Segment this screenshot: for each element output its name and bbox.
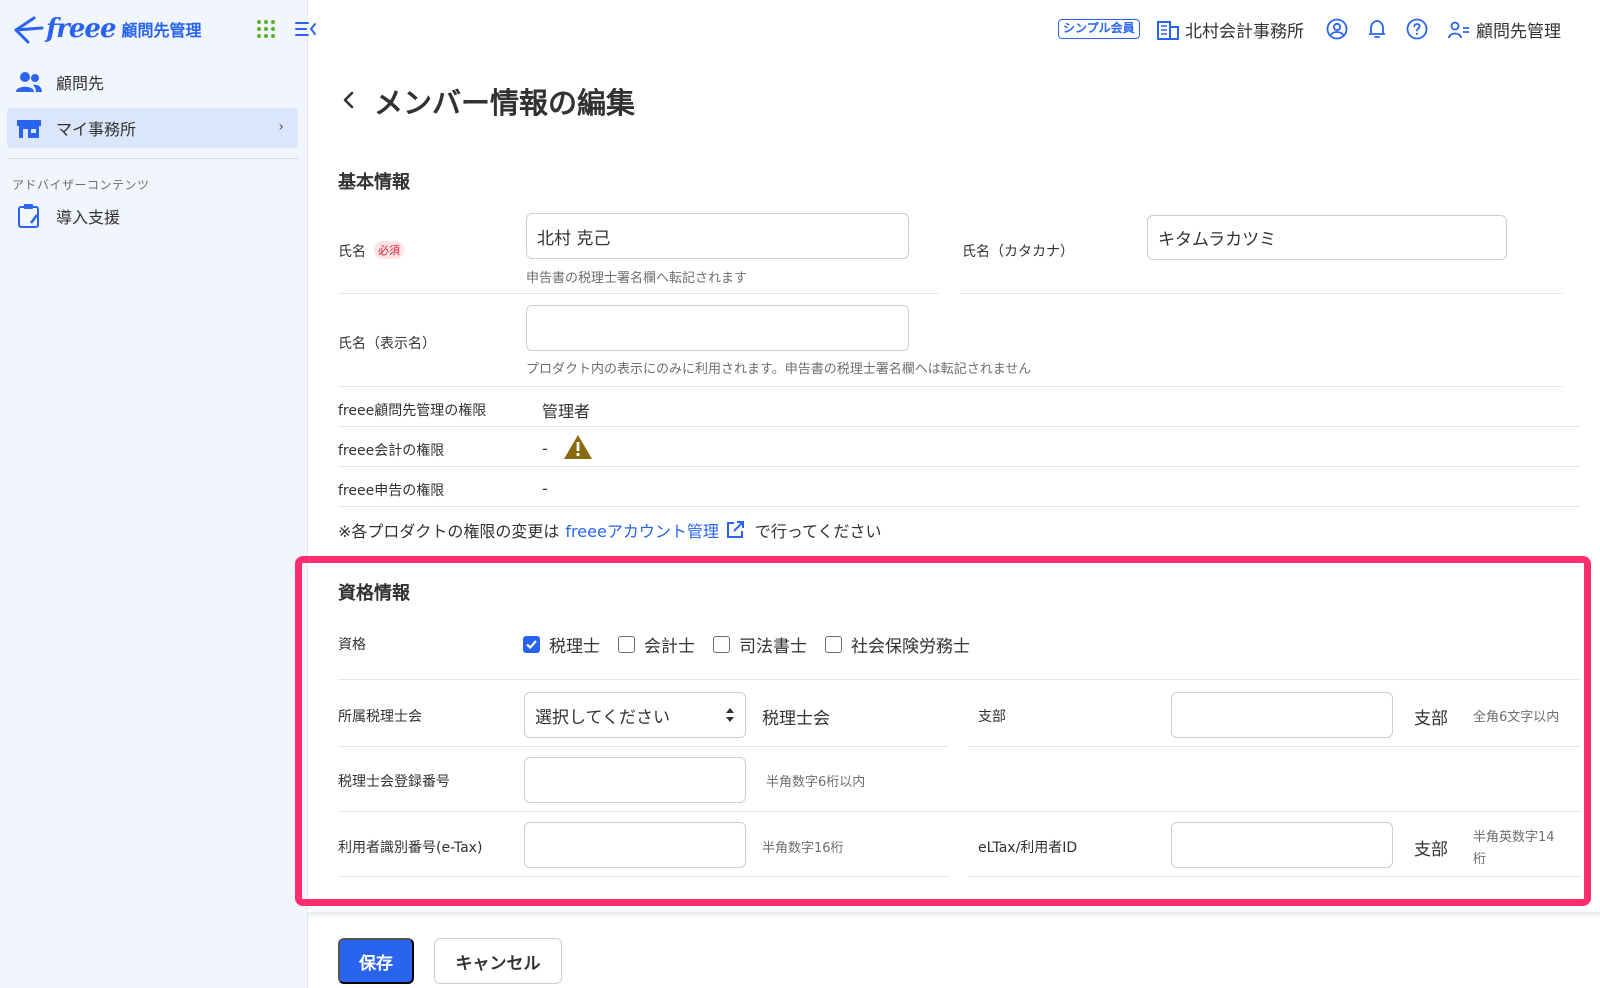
office-switcher[interactable]: 北村会計事務所 <box>1157 17 1304 42</box>
divider <box>338 466 1580 467</box>
back-chevron-icon[interactable] <box>339 88 359 112</box>
app-logo[interactable]: freee 顧問先管理 <box>14 12 202 46</box>
sidebar-item-label: マイ事務所 <box>56 120 137 139</box>
divider <box>338 426 1580 427</box>
plan-badge: シンプル会員 <box>1058 19 1140 39</box>
clipboard-icon <box>15 204 43 228</box>
kana-input[interactable]: キタムラカツミ <box>1147 215 1507 260</box>
divider <box>338 506 1580 507</box>
name-label: 氏名 必須 <box>338 241 404 261</box>
account-icon[interactable] <box>1326 18 1348 40</box>
kana-input-value: キタムラカツミ <box>1158 230 1277 250</box>
name-hint: 申告書の税理士署名欄へ転記されます <box>526 271 748 286</box>
perm-shinkoku-value: - <box>542 479 548 498</box>
perm-shinkoku-label: freee申告の権限 <box>338 483 445 499</box>
display-name-label: 氏名（表示名） <box>338 336 436 352</box>
save-button[interactable]: 保存 <box>338 938 414 984</box>
help-icon[interactable] <box>1406 18 1428 40</box>
sidebar-item-my-office[interactable]: マイ事務所 › <box>7 108 298 148</box>
logo-word: freee <box>46 14 117 44</box>
cancel-button[interactable]: キャンセル <box>434 938 562 984</box>
divider <box>338 386 1562 387</box>
divider <box>338 293 939 294</box>
perm-komon-label: freee顧問先管理の権限 <box>338 403 487 419</box>
sidebar-section-title: アドバイザーコンテンツ <box>12 178 150 192</box>
sidebar-item-label: 顧問先 <box>56 74 105 93</box>
name-input-value: 北村 克己 <box>537 228 611 249</box>
external-link-icon[interactable] <box>725 520 745 540</box>
office-name: 北村会計事務所 <box>1185 22 1304 42</box>
display-name-input[interactable] <box>526 305 909 351</box>
divider <box>960 293 1562 294</box>
display-name-hint: プロダクト内の表示にのみに利用されます。申告書の税理士署名欄へは転記されません <box>526 362 1032 377</box>
note-text-before: ※各プロダクトの権限の変更は <box>338 522 560 541</box>
sidebar-item-onboarding[interactable]: 導入支援 <box>7 196 298 236</box>
user-menu[interactable]: 顧問先管理 <box>1448 17 1561 42</box>
highlight-frame <box>295 556 1591 906</box>
required-badge: 必須 <box>374 241 404 259</box>
permission-note: ※各プロダクトの権限の変更は freeeアカウント管理 で行ってください <box>338 518 882 542</box>
logo-product-name: 顧問先管理 <box>121 21 202 40</box>
note-text-after: で行ってください <box>754 522 882 541</box>
people-icon <box>15 70 43 94</box>
chevron-right-icon: › <box>278 119 284 135</box>
freee-bird-icon <box>14 16 44 44</box>
name-label-text: 氏名 <box>338 244 366 260</box>
perm-kaikei-value: - <box>542 439 548 458</box>
sidebar-item-clients[interactable]: 顧問先 <box>7 62 298 102</box>
basic-info-title: 基本情報 <box>338 172 410 193</box>
perm-komon-value: 管理者 <box>542 402 591 421</box>
user-switch-icon <box>1448 21 1469 38</box>
sidebar: freee 顧問先管理 顧問先 マイ事務所 › アドバイザーコンテンツ 導入支援 <box>0 0 316 988</box>
name-input[interactable]: 北村 克己 <box>526 213 909 259</box>
kana-label: 氏名（カタカナ） <box>962 244 1074 260</box>
account-management-link[interactable]: freeeアカウント管理 <box>565 518 718 542</box>
sidebar-item-label: 導入支援 <box>56 208 121 227</box>
warning-icon <box>564 435 592 459</box>
bell-icon[interactable] <box>1366 18 1388 40</box>
sidebar-divider <box>7 158 298 159</box>
office-icon <box>15 116 43 140</box>
app-switcher-icon[interactable] <box>257 20 275 38</box>
footer-divider <box>308 912 1600 918</box>
building-icon <box>1157 20 1179 40</box>
perm-kaikei-label: freee会計の権限 <box>338 443 445 459</box>
user-menu-label: 顧問先管理 <box>1476 22 1561 42</box>
page-title: メンバー情報の編集 <box>374 86 636 120</box>
